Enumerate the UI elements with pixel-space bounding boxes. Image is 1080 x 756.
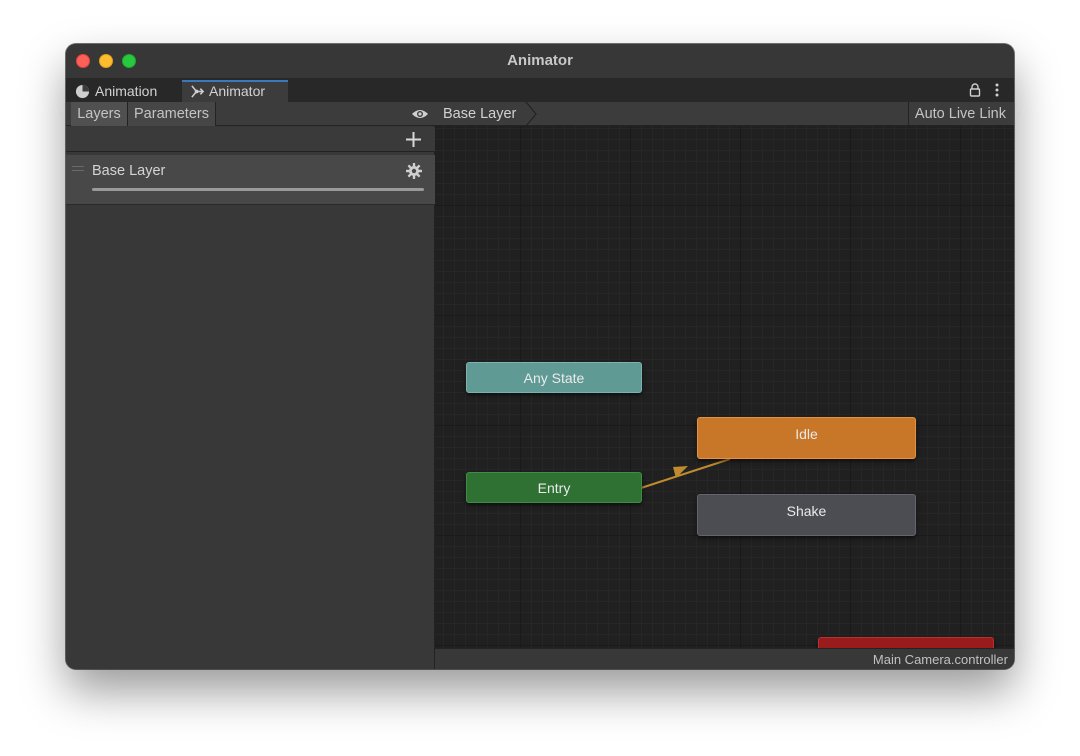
state-idle[interactable]: Idle — [697, 417, 916, 459]
tab-animator[interactable]: Animator — [182, 80, 288, 102]
add-layer-row — [66, 127, 435, 152]
eye-icon[interactable] — [411, 108, 429, 120]
gear-icon[interactable] — [406, 163, 422, 179]
animator-window: Animator Animation Animator Layers Param… — [66, 44, 1014, 669]
layers-panel: Layers Parameters Base Layer — [66, 102, 435, 669]
tab-animator-label: Animator — [209, 83, 266, 99]
tab-animation-label: Animation — [95, 83, 158, 99]
state-entry[interactable]: Entry — [466, 472, 642, 503]
tab-parameters[interactable]: Parameters — [128, 102, 216, 126]
breadcrumb[interactable]: Base Layer — [435, 102, 535, 126]
status-bar: Main Camera.controller — [435, 648, 1014, 669]
window-title: Animator — [507, 52, 573, 69]
breadcrumb-arrow-icon — [525, 102, 537, 126]
editor-tab-bar: Animation Animator — [66, 78, 1014, 102]
kebab-menu-icon[interactable] — [995, 83, 999, 97]
controller-path: Main Camera.controller — [872, 652, 1008, 667]
graph-toolbar: Base Layer Auto Live Link — [435, 102, 1014, 126]
layers-panel-toolbar: Layers Parameters — [66, 102, 435, 126]
tab-animation[interactable]: Animation — [68, 80, 180, 102]
state-any-state[interactable]: Any State — [466, 362, 642, 393]
drag-handle-icon[interactable] — [72, 166, 84, 171]
title-bar: Animator — [66, 44, 1014, 78]
state-machine-icon — [191, 85, 205, 98]
add-layer-button[interactable] — [406, 132, 421, 147]
state-machine-graph[interactable]: Base Layer Auto Live Link Any State Entr… — [435, 102, 1014, 669]
layer-name: Base Layer — [92, 163, 166, 179]
state-shake[interactable]: Shake — [697, 494, 916, 536]
tab-layers[interactable]: Layers — [71, 102, 128, 126]
transition-arrow-icon — [673, 466, 688, 478]
clock-icon — [75, 84, 90, 99]
layer-item-base-layer[interactable]: Base Layer — [66, 155, 435, 205]
layer-weight-bar[interactable] — [92, 188, 424, 191]
lock-icon[interactable] — [969, 83, 981, 97]
auto-live-link-button[interactable]: Auto Live Link — [907, 102, 1012, 126]
